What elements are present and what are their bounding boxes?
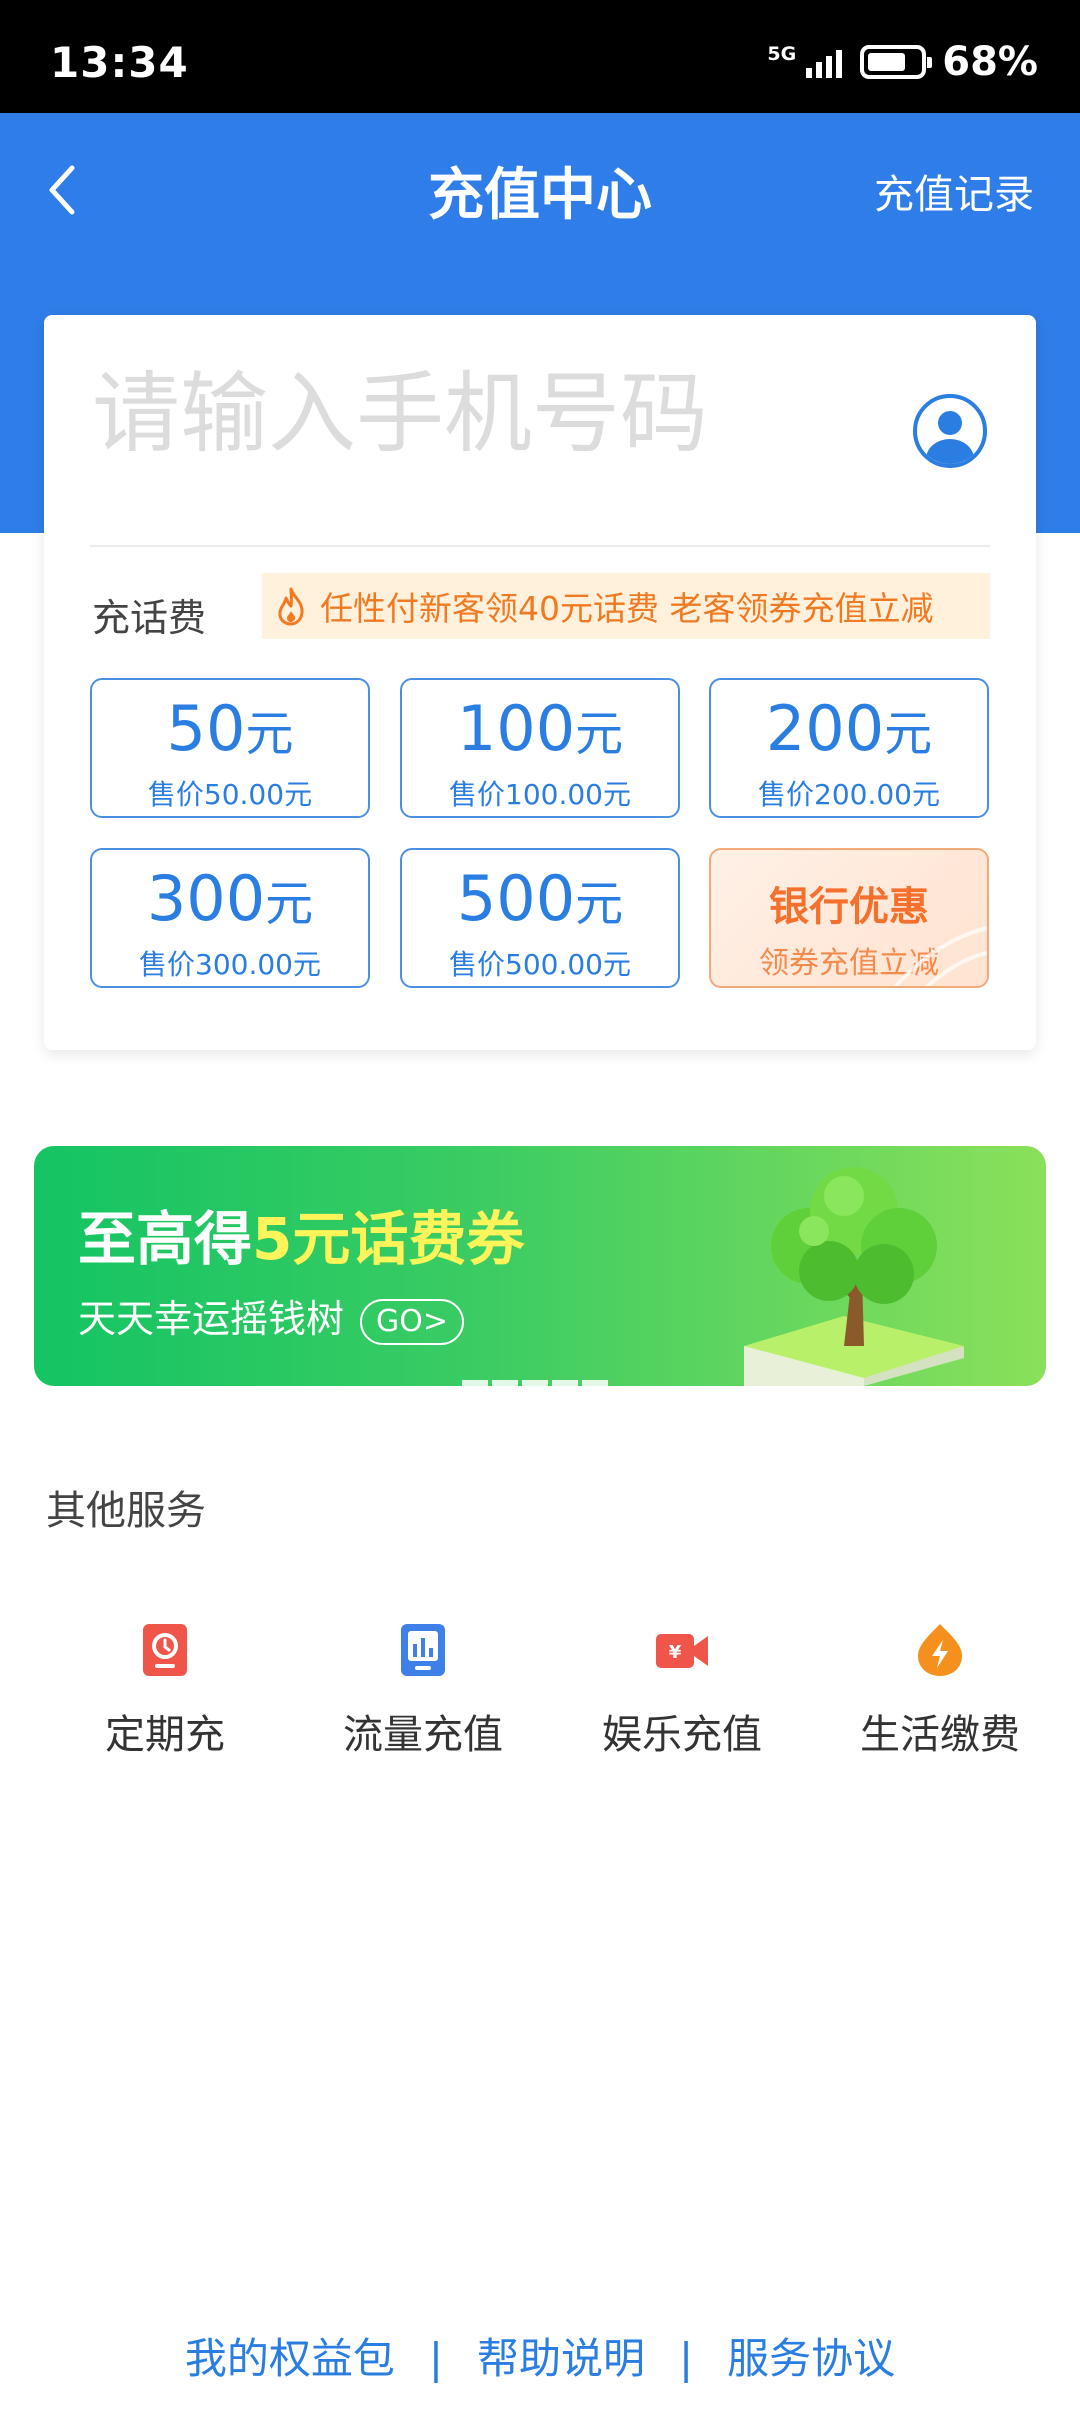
amount-value: 100元 [402,694,678,769]
banner-title: 至高得5元话费券 [78,1192,524,1276]
amount-number: 50 [166,692,246,765]
amount-number: 200 [765,692,885,765]
amount-value: 300元 [92,864,368,939]
money-tree-icon [744,1167,964,1386]
amount-number: 300 [146,862,266,935]
service-label: 流量充值 [343,1712,503,1758]
banner-title-highlight: 5元话费券 [252,1205,525,1273]
pager-dot [492,1380,518,1386]
service-utility-payment[interactable]: 生活缴费 [810,1620,1070,1760]
status-time: 13:34 [50,38,189,87]
amount-option-500[interactable]: 500元 售价500.00元 [400,848,680,988]
pager-dot [582,1380,608,1386]
service-entertainment-recharge[interactable]: ¥ 娱乐充值 [552,1620,812,1760]
amount-number: 500 [456,862,576,935]
service-scheduled-recharge[interactable]: 定期充 [35,1620,295,1760]
signal-icon [806,46,843,78]
service-data-recharge[interactable]: 流量充值 [293,1620,553,1760]
amount-unit: 元 [265,876,314,932]
amount-unit: 元 [575,876,624,932]
amount-price: 售价500.00元 [449,948,631,981]
footer-link-agreement[interactable]: 服务协议 [727,2334,895,2383]
amount-value: 50元 [92,694,368,769]
amount-option-50[interactable]: 50元 售价50.00元 [90,678,370,818]
banner-subtitle-text: 天天幸运摇钱树 [78,1297,345,1341]
amount-price: 售价300.00元 [139,948,321,981]
video-camera-icon: ¥ [656,1634,708,1668]
service-label: 娱乐充值 [602,1712,762,1758]
amount-unit: 元 [245,706,294,762]
amount-value: 200元 [711,694,987,769]
recharge-history-link[interactable]: 充值记录 [874,162,1034,220]
service-label: 生活缴费 [860,1712,1020,1758]
amount-number: 100 [456,692,576,765]
amount-option-200[interactable]: 200元 售价200.00元 [709,678,989,818]
data-chart-icon [401,1624,445,1676]
amount-value: 500元 [402,864,678,939]
amount-option-100[interactable]: 100元 售价100.00元 [400,678,680,818]
footer-link-benefits[interactable]: 我的权益包 [185,2334,395,2383]
decorative-lines-icon [893,925,987,986]
pager-dot [522,1380,548,1386]
promo-text: 任性付新客领40元话费 老客领券充值立减 [320,589,934,628]
bank-offer-button[interactable]: 银行优惠 领券充值立减 [709,848,989,988]
battery-percent: 68% [942,39,1038,85]
amount-unit: 元 [884,706,933,762]
status-bar: 13:34 5G 68% [0,0,1080,113]
section-label-phone-fee: 充话费 [92,596,207,640]
services-section-title: 其他服务 [46,1488,206,1534]
battery-icon [860,45,933,79]
amount-price: 售价100.00元 [449,778,631,811]
money-tree-banner[interactable]: 至高得5元话费券 天天幸运摇钱树 GO> [34,1146,1046,1386]
flame-icon [278,587,304,626]
recharge-card: 充话费 任性付新客领40元话费 老客领券充值立减 50元 售价50.00元 10… [44,315,1036,1050]
calendar-recharge-icon [143,1624,187,1676]
amount-price: 售价50.00元 [147,778,313,811]
promo-notice[interactable]: 任性付新客领40元话费 老客领券充值立减 [262,573,990,639]
lightning-icon [918,1624,962,1676]
contact-book-icon[interactable] [912,393,988,469]
footer-link-help[interactable]: 帮助说明 [477,2334,645,2383]
footer-links: 我的权益包 | 帮助说明 | 服务协议 [0,2325,1080,2386]
banner-subtitle: 天天幸运摇钱树 GO> [78,1288,465,1345]
status-indicators: 5G 68% [767,39,1038,85]
service-label: 定期充 [105,1712,225,1758]
go-button[interactable]: GO> [360,1298,465,1345]
amount-unit: 元 [575,706,624,762]
amount-option-300[interactable]: 300元 售价300.00元 [90,848,370,988]
pager-dot [462,1380,488,1386]
network-type-label: 5G [767,43,797,65]
banner-title-prefix: 至高得 [78,1205,253,1273]
pager-dot [552,1380,578,1386]
amount-price: 售价200.00元 [758,778,940,811]
card-divider [90,545,990,547]
footer-separator: | [428,2334,443,2383]
footer-separator: | [679,2334,694,2383]
phone-number-input[interactable] [92,353,872,473]
svg-text:¥: ¥ [669,1642,682,1663]
banner-pager [462,1380,608,1386]
